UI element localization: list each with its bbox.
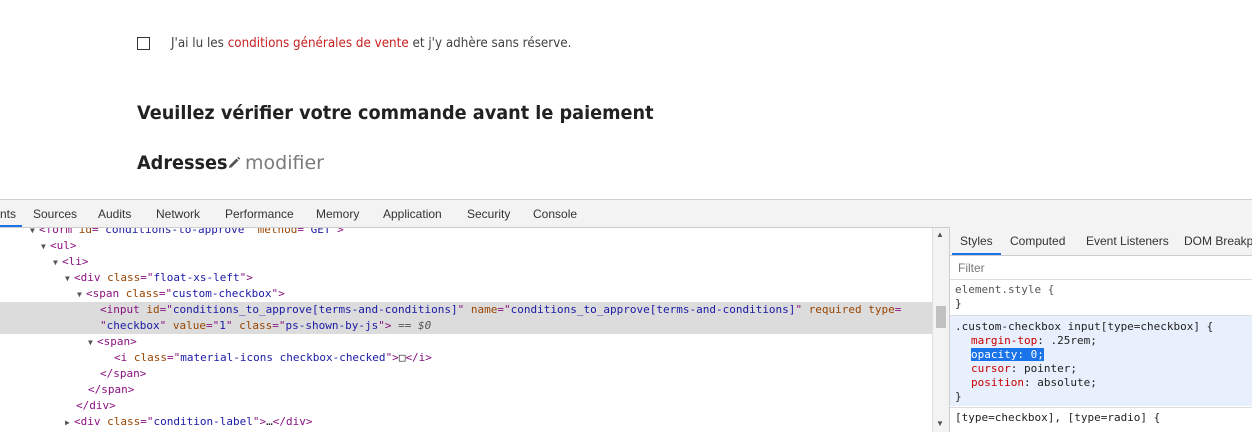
tab-console[interactable]: Console <box>533 200 577 227</box>
expand-triangle-icon[interactable]: ▼ <box>88 335 97 351</box>
dom-line-i[interactable]: <i class="material-icons checkbox-checke… <box>0 350 932 366</box>
terms-prefix: J'ai lu les <box>171 36 228 51</box>
pencil-icon[interactable] <box>227 156 241 170</box>
modify-link[interactable]: modifier <box>245 152 324 174</box>
dom-line-ul[interactable]: ▼ <ul> <box>0 238 932 254</box>
devtools-tabbar: nts Sources Audits Network Performance M… <box>0 200 1252 228</box>
page-heading: Veuillez vérifier votre commande avant l… <box>137 102 654 124</box>
dom-tree: ▼ <form id="conditions-to-approve" method… <box>0 228 932 432</box>
styles-pane: Styles Computed Event Listeners DOM Brea… <box>949 227 1252 432</box>
rule-divider-2 <box>950 407 1252 408</box>
dom-line-div[interactable]: ▼ <div class="float-xs-left"> <box>0 270 932 286</box>
terms-link[interactable]: conditions générales de vente <box>228 36 409 51</box>
tab-audits[interactable]: Audits <box>98 200 131 227</box>
tab-styles[interactable]: Styles <box>952 227 1001 255</box>
tab-application[interactable]: Application <box>383 200 442 227</box>
expand-triangle-icon[interactable]: ▼ <box>65 271 74 287</box>
element-style-close: } <box>955 297 962 310</box>
scroll-thumb[interactable] <box>936 306 946 328</box>
next-rule-selector[interactable]: [type=checkbox], [type=radio] { <box>955 411 1160 425</box>
tab-event-listeners[interactable]: Event Listeners <box>1086 227 1169 255</box>
terms-suffix: et j'y adhère sans réserve. <box>408 36 572 51</box>
styles-tabbar: Styles Computed Event Listeners DOM Brea… <box>950 227 1252 256</box>
tab-elements[interactable]: nts <box>0 200 22 227</box>
rule-selector[interactable]: .custom-checkbox input[type=checkbox] { <box>955 320 1213 334</box>
styles-filter-input[interactable]: Filter <box>958 261 985 275</box>
tab-computed[interactable]: Computed <box>1010 227 1065 255</box>
expand-triangle-icon[interactable]: ▼ <box>41 239 50 255</box>
addresses-row: Adresses modifier <box>137 152 324 174</box>
scroll-up-icon[interactable]: ▲ <box>936 230 944 239</box>
prop-cursor[interactable]: cursor: pointer; <box>971 362 1077 376</box>
dom-scrollbar[interactable]: ▲ ▼ <box>932 228 949 432</box>
dom-line-form[interactable]: ▼ <form id="conditions-to-approve" method… <box>0 228 932 238</box>
dom-line-close-div[interactable]: </div> <box>0 398 932 414</box>
dom-line-input-selected[interactable]: <input id="conditions_to_approve[terms-a… <box>0 302 932 318</box>
tab-network[interactable]: Network <box>156 200 200 227</box>
element-style-selector[interactable]: element.style { <box>955 283 1054 297</box>
web-page: J'ai lu les conditions générales de vent… <box>0 0 1252 199</box>
terms-checkbox[interactable] <box>137 37 150 50</box>
dom-line-span[interactable]: ▼ <span class="custom-checkbox"> <box>0 286 932 302</box>
expand-triangle-icon[interactable]: ▼ <box>77 287 86 303</box>
prop-opacity[interactable]: opacity: 0; <box>971 348 1044 362</box>
tab-performance[interactable]: Performance <box>225 200 294 227</box>
rule-close: } <box>955 390 962 403</box>
tab-dom-breakpoints[interactable]: DOM Breakp <box>1184 227 1252 255</box>
dom-line-inner-span[interactable]: ▼ <span> <box>0 334 932 350</box>
prop-position[interactable]: position: absolute; <box>971 376 1097 390</box>
filter-divider <box>950 279 1252 280</box>
devtools-panel: nts Sources Audits Network Performance M… <box>0 199 1252 432</box>
tab-memory[interactable]: Memory <box>316 200 359 227</box>
tab-sources[interactable]: Sources <box>33 200 77 227</box>
tab-security[interactable]: Security <box>467 200 510 227</box>
terms-row: J'ai lu les conditions générales de vent… <box>137 36 606 51</box>
terms-label: J'ai lu les conditions générales de vent… <box>171 36 571 51</box>
dom-line-close-span2[interactable]: </span> <box>0 382 932 398</box>
prop-margin-top[interactable]: margin-top: .25rem; <box>971 334 1097 348</box>
dom-line-condition-label[interactable]: ▶ <div class="condition-label">…</div> <box>0 414 932 430</box>
dom-line-close-span[interactable]: </span> <box>0 366 932 382</box>
expand-triangle-icon[interactable]: ▼ <box>53 255 62 271</box>
selected-marker: == $0 <box>398 319 432 332</box>
addresses-title: Adresses <box>137 152 228 174</box>
scroll-down-icon[interactable]: ▼ <box>936 419 944 428</box>
collapse-triangle-icon[interactable]: ▶ <box>65 415 74 431</box>
dom-line-li[interactable]: ▼ <li> <box>0 254 932 270</box>
dom-line-input-selected-cont[interactable]: "checkbox" value="1" class="ps-shown-by-… <box>0 318 932 334</box>
